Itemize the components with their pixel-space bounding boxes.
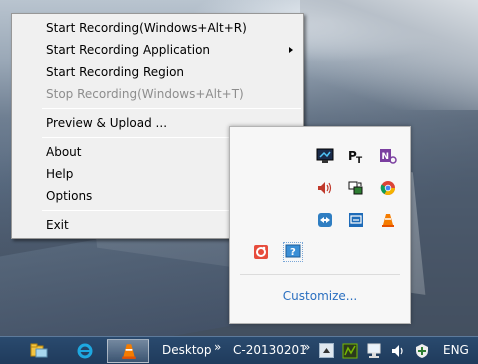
file-explorer-icon[interactable] [30, 342, 48, 360]
computer-toolbar-chevron[interactable]: » [303, 340, 310, 354]
action-center-icon[interactable] [414, 343, 430, 359]
teamviewer-icon[interactable] [316, 211, 334, 229]
menu-item-label: Preview & Upload ... [46, 116, 168, 130]
menu-item-label: Exit [46, 218, 69, 232]
gpu-icon[interactable] [342, 343, 358, 359]
svg-text:T: T [356, 156, 363, 164]
network-monitor-icon[interactable] [316, 147, 334, 165]
notification-overflow-flyout: PT N ? Customize... [229, 126, 411, 324]
remote-desktop-icon[interactable] [347, 211, 365, 229]
pt-icon[interactable]: PT [347, 147, 365, 165]
onenote-icon[interactable]: N [379, 147, 397, 165]
taskbar: Desktop » C-20130201 » ENG [0, 336, 478, 364]
ie-icon[interactable] [76, 342, 94, 360]
menu-item-label: Start Recording Region [46, 65, 185, 79]
menu-item-start-recording-application[interactable]: Start Recording Application [12, 39, 303, 61]
recorder-icon[interactable] [252, 243, 270, 261]
computer-toolbar-label[interactable]: C-20130201 [233, 343, 307, 357]
wallpaper-sky [300, 0, 478, 110]
vlc-icon[interactable] [379, 211, 397, 229]
volume-icon[interactable] [390, 343, 406, 359]
menu-item-stop-recording: Stop Recording(Windows+Alt+T) [12, 83, 303, 105]
menu-item-label: Start Recording Application [46, 43, 211, 57]
flyout-divider [240, 274, 400, 275]
menu-separator [42, 108, 301, 109]
customize-link[interactable]: Customize... [230, 289, 410, 303]
menu-item-label: Start Recording(Windows+Alt+R) [46, 21, 247, 35]
speaker-icon[interactable] [316, 179, 334, 197]
sync-icon[interactable] [347, 179, 365, 197]
menu-item-start-recording-region[interactable]: Start Recording Region [12, 61, 303, 83]
svg-text:?: ? [290, 247, 296, 258]
chrome-icon[interactable] [379, 179, 397, 197]
vlc-icon [122, 344, 136, 359]
network-icon[interactable] [366, 343, 382, 359]
menu-item-label: Stop Recording(Windows+Alt+T) [46, 87, 244, 101]
menu-item-label: Help [46, 167, 74, 181]
show-hidden-icons-icon[interactable] [319, 343, 334, 358]
desktop-toolbar-chevron[interactable]: » [214, 340, 221, 354]
menu-item-label: About [46, 145, 82, 159]
language-indicator[interactable]: ENG [443, 343, 469, 357]
submenu-arrow-icon [289, 47, 293, 53]
help-icon[interactable]: ? [283, 242, 303, 262]
desktop-toolbar-label[interactable]: Desktop [162, 343, 212, 357]
menu-item-start-recording[interactable]: Start Recording(Windows+Alt+R) [12, 17, 303, 39]
svg-text:N: N [382, 152, 390, 162]
menu-item-label: Options [46, 189, 93, 203]
taskbar-vlc-button[interactable] [107, 339, 149, 363]
